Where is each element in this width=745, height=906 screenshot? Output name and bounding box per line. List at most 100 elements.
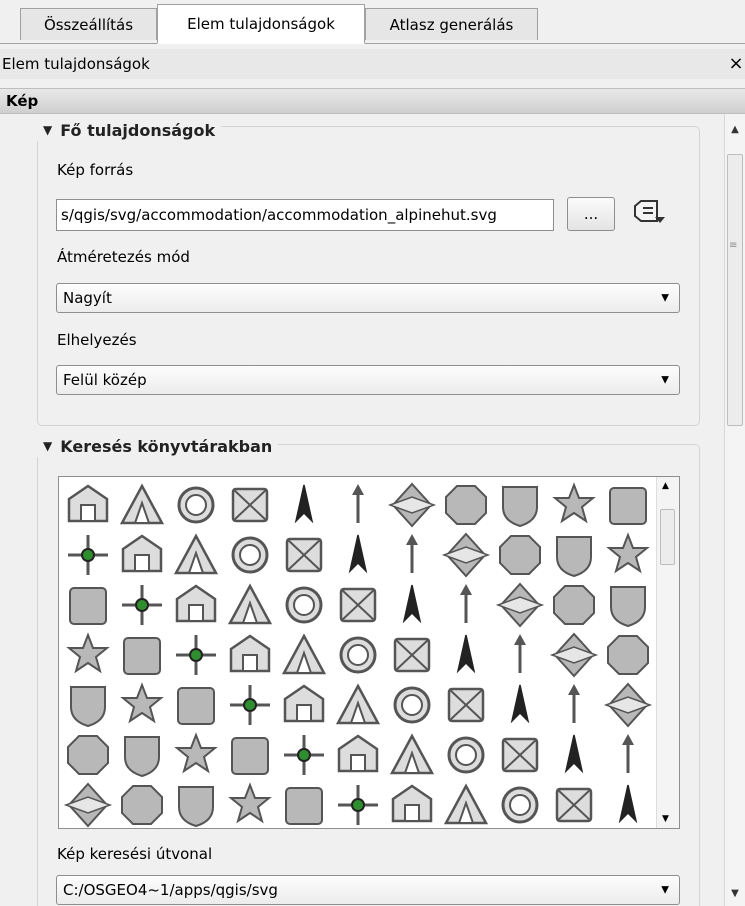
north-arrow7-icon[interactable] xyxy=(393,637,431,673)
shelter1-icon[interactable] xyxy=(445,485,487,525)
triangle-icon[interactable] xyxy=(231,737,269,775)
octagon-icon[interactable] xyxy=(393,686,431,724)
cutlery-icon[interactable] xyxy=(618,784,638,824)
compass-star3-icon[interactable] xyxy=(607,635,649,675)
scroll-up-icon[interactable]: ▲ xyxy=(725,120,745,140)
toilets-women-icon[interactable] xyxy=(460,584,472,623)
north-arrow1-icon[interactable] xyxy=(66,632,110,674)
post-office-icon[interactable] xyxy=(606,532,650,574)
north-arrow5-icon[interactable] xyxy=(281,633,327,675)
arrow-nav-icon[interactable] xyxy=(610,586,646,628)
toilets-icon[interactable] xyxy=(285,586,323,624)
badge-icon[interactable] xyxy=(447,687,485,723)
x-box2-icon[interactable] xyxy=(564,734,584,774)
library-icon[interactable] xyxy=(406,534,418,573)
north-arrow6-icon[interactable] xyxy=(339,636,377,674)
collapse-triangle-icon[interactable]: ▼ xyxy=(43,123,52,137)
north-arrow10-icon[interactable] xyxy=(120,682,164,724)
camping-icon[interactable] xyxy=(177,486,215,524)
image-source-input[interactable]: s/qgis/svg/accommodation/accommodation_a… xyxy=(56,199,554,231)
data-defined-override-icon[interactable] xyxy=(629,198,669,228)
north-arrow12-icon[interactable] xyxy=(230,685,270,725)
compass-star1-icon[interactable] xyxy=(514,634,526,673)
arc-icon[interactable] xyxy=(284,735,324,775)
funnel-icon[interactable] xyxy=(338,785,378,825)
tee-icon[interactable] xyxy=(228,782,272,824)
north-arrow2-icon[interactable] xyxy=(123,637,161,675)
scroll-thumb[interactable] xyxy=(660,509,675,565)
search-path-select[interactable]: C:/OSGEO4~1/apps/qgis/svg ▼ xyxy=(56,875,680,905)
north-arrow4-icon[interactable] xyxy=(229,634,271,673)
scroll-thumb[interactable] xyxy=(727,154,743,426)
tab-item-properties[interactable]: Elem tulajdonságok xyxy=(157,4,365,44)
waste-basket-icon[interactable] xyxy=(495,582,545,628)
flames-icon[interactable] xyxy=(178,786,214,828)
police-icon[interactable] xyxy=(441,532,491,578)
arrow-up-icon[interactable] xyxy=(553,585,595,625)
main-scrollbar[interactable]: ▲ ≡ ▼ xyxy=(724,114,745,906)
court-icon[interactable] xyxy=(68,535,108,575)
main-properties-header[interactable]: ▼ Fő tulajdonságok xyxy=(37,119,222,141)
police2-icon[interactable] xyxy=(499,535,541,575)
fountain-icon[interactable] xyxy=(285,537,323,573)
tree-blue-icon[interactable] xyxy=(121,785,163,825)
star-icon[interactable] xyxy=(568,684,580,723)
info-icon[interactable] xyxy=(348,534,368,574)
scroll-down-icon[interactable]: ▼ xyxy=(662,814,669,824)
toilets-disabled-icon[interactable] xyxy=(339,587,377,623)
alpinehut-icon[interactable] xyxy=(67,484,109,523)
prison-icon[interactable] xyxy=(69,587,107,625)
youth-hostel-icon[interactable] xyxy=(552,482,596,524)
chalet-icon[interactable] xyxy=(294,484,314,524)
browse-button[interactable]: ... xyxy=(567,197,615,231)
device-icon[interactable] xyxy=(443,783,489,825)
rounded-square-icon[interactable] xyxy=(67,735,109,775)
telephone-icon[interactable] xyxy=(227,583,273,625)
recycling-icon[interactable] xyxy=(122,585,162,625)
fire-icon[interactable] xyxy=(121,534,163,573)
firestation1-icon[interactable] xyxy=(173,533,219,575)
bowl-icon[interactable] xyxy=(555,787,593,823)
no-entry-icon[interactable] xyxy=(335,683,381,725)
cup-icon[interactable] xyxy=(285,787,323,825)
scroll-down-icon[interactable]: ▼ xyxy=(725,884,745,904)
compass-star2-icon[interactable] xyxy=(549,632,599,678)
circle-icon[interactable] xyxy=(283,684,325,723)
diamond-icon[interactable] xyxy=(124,736,160,778)
survey-point-icon[interactable] xyxy=(175,584,217,623)
bench-icon[interactable] xyxy=(609,487,647,525)
house-icon[interactable] xyxy=(387,482,437,528)
shelter2-icon[interactable] xyxy=(502,486,538,528)
placement-select[interactable]: Felül közép ▼ xyxy=(56,365,680,395)
x-box-icon[interactable] xyxy=(501,737,539,773)
bed-breakfast-icon[interactable] xyxy=(119,483,165,525)
collapse-triangle-icon[interactable]: ▼ xyxy=(43,439,52,453)
shield-icon[interactable] xyxy=(510,684,530,724)
cross-dot-icon[interactable] xyxy=(389,733,435,775)
box-icon[interactable] xyxy=(391,784,433,823)
caravan-park-icon[interactable] xyxy=(231,487,269,523)
diamond2-icon[interactable] xyxy=(174,732,218,774)
tree-black-icon[interactable] xyxy=(63,782,113,828)
hotel-icon[interactable] xyxy=(352,484,364,523)
north-arrow8-icon[interactable] xyxy=(456,634,476,674)
cross-road-icon[interactable] xyxy=(337,734,379,773)
north-arrow11-icon[interactable] xyxy=(177,687,215,725)
close-icon[interactable]: × xyxy=(727,53,745,75)
firestation2-icon[interactable] xyxy=(231,536,269,574)
square-icon[interactable] xyxy=(603,682,653,728)
north-arrow9-icon[interactable] xyxy=(70,686,106,728)
north-arrow3-icon[interactable] xyxy=(176,635,216,675)
tab-atlas-generation[interactable]: Atlasz generálás xyxy=(365,8,538,40)
quarter-icon[interactable] xyxy=(501,786,539,824)
asterisk-icon[interactable] xyxy=(622,734,634,773)
search-directories-header[interactable]: ▼ Keresés könyvtárakban xyxy=(37,435,279,457)
post-box-icon[interactable] xyxy=(556,536,592,578)
toilets-men-icon[interactable] xyxy=(402,584,422,624)
icon-grid-scrollbar[interactable]: ▲ ▼ xyxy=(656,477,679,828)
x-mark-icon[interactable] xyxy=(447,736,485,774)
tab-composition[interactable]: Összeállítás xyxy=(20,8,157,40)
svg-icon-grid[interactable]: ▲ ▼ xyxy=(58,476,680,829)
scroll-up-icon[interactable]: ▲ xyxy=(662,481,669,491)
resize-mode-select[interactable]: Nagyít ▼ xyxy=(56,283,680,313)
